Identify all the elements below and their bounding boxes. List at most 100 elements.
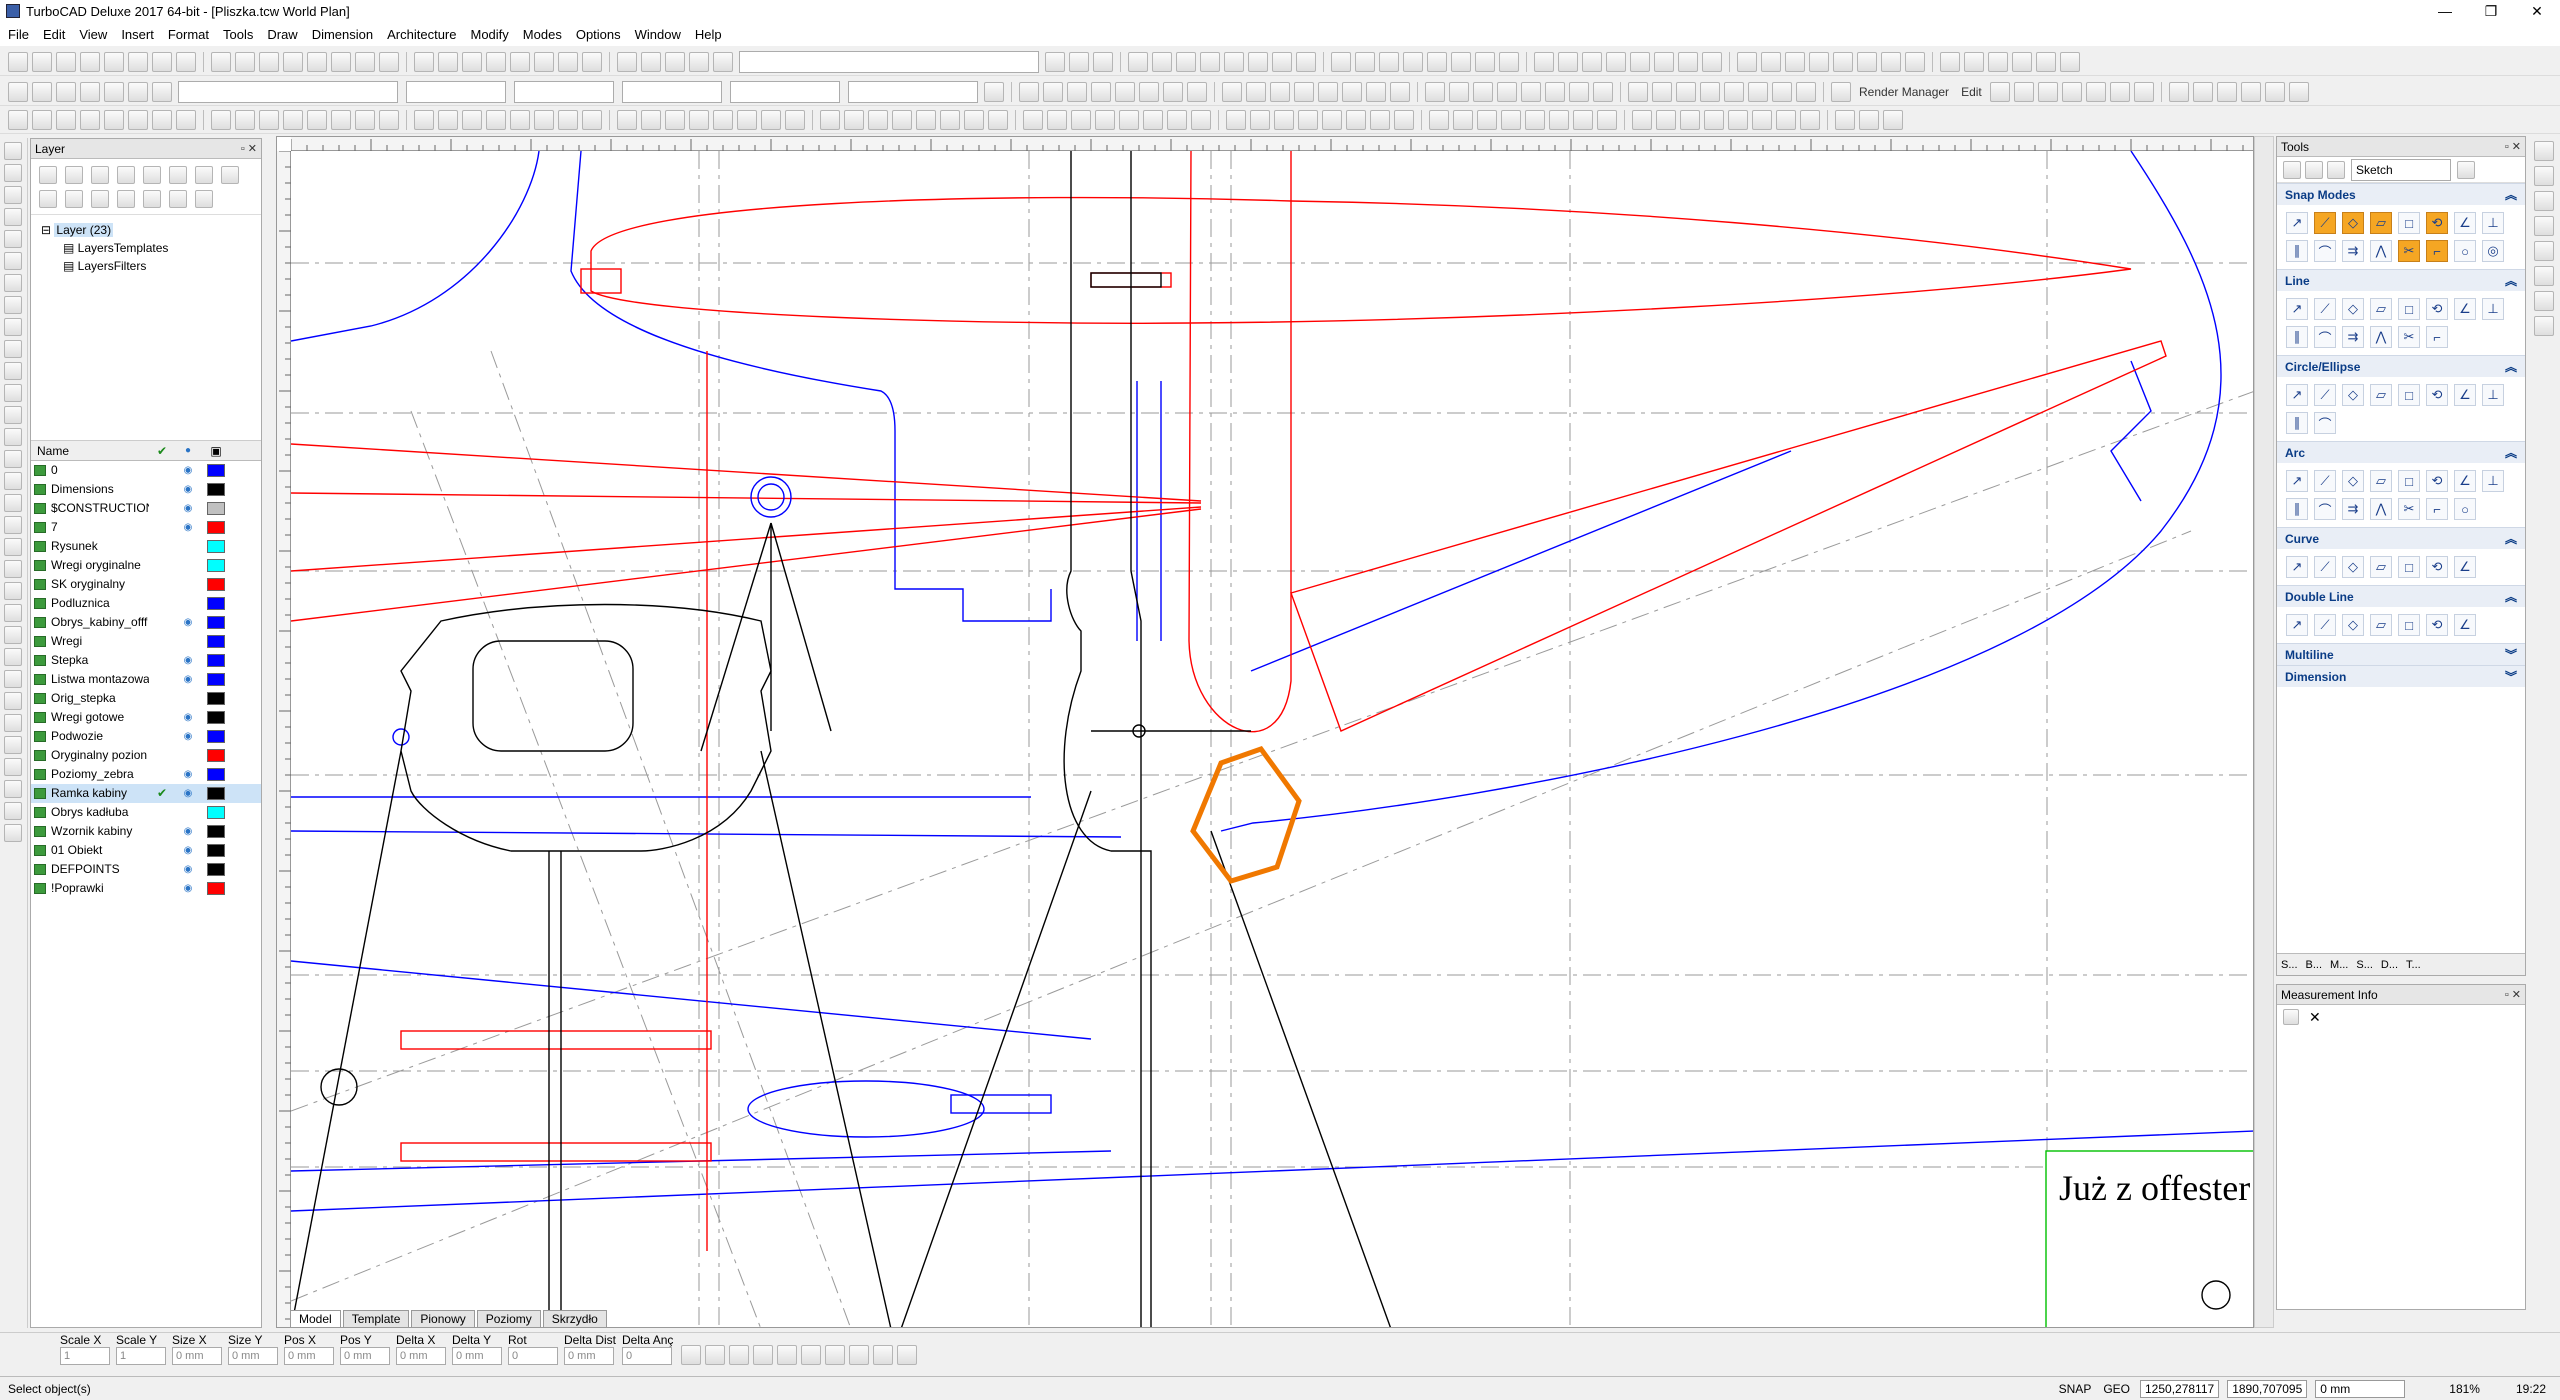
toolbar-button-icon[interactable] [462, 109, 482, 130]
toolbar-button-icon[interactable] [1573, 109, 1593, 130]
toolbar-button-icon[interactable] [1069, 51, 1089, 72]
toolbar-button-icon[interactable] [1477, 109, 1497, 130]
collapse-chevron-icon[interactable]: ︽ [2505, 444, 2517, 461]
toolbar-button-icon[interactable] [1370, 109, 1390, 130]
menu-modify[interactable]: Modify [471, 27, 509, 42]
snap-percent-icon[interactable]: ◎ [2482, 240, 2504, 262]
layer-current-check[interactable] [149, 461, 175, 480]
layer-filter-icon[interactable] [143, 166, 161, 184]
toolbar-button-icon[interactable] [713, 51, 733, 72]
layer-hide-icon[interactable] [143, 190, 161, 208]
layer-row[interactable]: Rysunek [31, 537, 261, 556]
toolbar-button-icon[interactable] [1272, 51, 1292, 72]
layer-visibility-eye-icon[interactable]: ◉ [175, 860, 201, 879]
modify-tool-icon[interactable] [2534, 141, 2554, 161]
property-select[interactable] [406, 80, 506, 103]
toolbar-button-icon[interactable] [1342, 81, 1362, 102]
toolbar-button-icon[interactable] [1632, 109, 1652, 130]
toolbar-button-icon[interactable] [462, 51, 482, 72]
layer-color-swatch[interactable] [201, 556, 231, 575]
modify-tool-icon[interactable] [2534, 216, 2554, 236]
field-input[interactable] [452, 1347, 502, 1365]
draw-tool-icon[interactable] [4, 824, 22, 842]
toolbar-button-icon[interactable] [235, 109, 255, 130]
toolbar-button-icon[interactable] [1831, 81, 1851, 102]
snap-grid-icon[interactable]: ∠ [2454, 212, 2476, 234]
toolbar-button-icon[interactable] [2012, 51, 2032, 72]
vertical-scrollbar[interactable] [2254, 136, 2274, 1328]
layer-current-check[interactable] [149, 746, 175, 765]
toolbar-button-icon[interactable] [1449, 81, 1469, 102]
layer-row[interactable]: Listwa montazowa ◉ [31, 670, 261, 689]
layer-visibility-eye-icon[interactable]: ◉ [175, 613, 201, 632]
line-tangent-icon[interactable]: ⌒ [2314, 326, 2336, 348]
snap-relative-icon[interactable]: ⇉ [2342, 240, 2364, 262]
toolbar-button-icon[interactable] [964, 109, 984, 130]
snap-toggle[interactable]: SNAP [2059, 1382, 2092, 1396]
draw-tool-icon[interactable] [4, 516, 22, 534]
draw-tool-icon[interactable] [4, 648, 22, 666]
layer-row[interactable]: Podluznica [31, 594, 261, 613]
toolbar-button-icon[interactable] [331, 109, 351, 130]
toolbar-button-icon[interactable] [1776, 109, 1796, 130]
toolbar-button-icon[interactable] [1167, 109, 1187, 130]
toolbar-button-icon[interactable] [1226, 109, 1246, 130]
toolbar-button-icon[interactable] [355, 109, 375, 130]
toolbar-button-icon[interactable] [1322, 109, 1342, 130]
layer-color-swatch[interactable] [201, 727, 231, 746]
layer-visibility-eye-icon[interactable]: ◉ [175, 480, 201, 499]
draw-tool-icon[interactable] [4, 758, 22, 776]
menu-draw[interactable]: Draw [267, 27, 297, 42]
layer-current-check[interactable] [149, 613, 175, 632]
tools-bottom-tab[interactable]: M... [2326, 954, 2352, 975]
line-polygon-icon[interactable]: ◇ [2342, 298, 2364, 320]
toolbar-button-icon[interactable] [1501, 109, 1521, 130]
modify-tool-icon[interactable] [2534, 191, 2554, 211]
arc-double-icon[interactable]: ▱ [2370, 470, 2392, 492]
toolbar-button-icon[interactable] [32, 51, 52, 72]
draw-tool-icon[interactable] [4, 164, 22, 182]
layer-row[interactable]: Obrys kadłuba [31, 803, 261, 822]
curve-spline-icon[interactable]: ↗ [2286, 556, 2308, 578]
toolbar-button-icon[interactable] [1785, 51, 1805, 72]
toolbar-button-icon[interactable] [1270, 81, 1290, 102]
toolbar-button-icon[interactable] [1427, 51, 1447, 72]
toolbar-button-icon[interactable] [2085, 81, 2106, 102]
layer-color-swatch[interactable] [201, 480, 231, 499]
layer-color-swatch[interactable] [201, 651, 231, 670]
snap-nearest-icon[interactable]: ◇ [2342, 212, 2364, 234]
curve-spiral-icon[interactable]: □ [2398, 556, 2420, 578]
collapse-chevron-icon[interactable]: ︽ [2505, 186, 2517, 203]
layer-color-swatch[interactable] [201, 670, 231, 689]
toolbar-button-icon[interactable] [617, 51, 637, 72]
toolbar-button-icon[interactable] [1095, 109, 1115, 130]
layer-color-swatch[interactable] [201, 689, 231, 708]
draw-tool-icon[interactable] [4, 494, 22, 512]
tool-section-header[interactable]: Dimension ︾ [2277, 665, 2525, 687]
toolbar-button-icon[interactable] [104, 81, 124, 102]
brush-icon[interactable] [2305, 160, 2323, 179]
field-input[interactable] [564, 1347, 614, 1365]
layer-color-swatch[interactable] [201, 632, 231, 651]
toolbar-button-icon[interactable] [32, 109, 52, 130]
snap-align-icon[interactable]: ⋀ [2370, 240, 2392, 262]
toolbar-button-icon[interactable] [1582, 51, 1602, 72]
layer-visibility-eye-icon[interactable] [175, 689, 201, 708]
toolbar-button-icon[interactable] [379, 51, 399, 72]
toolbar-button-icon[interactable] [1274, 109, 1294, 130]
layer-color-swatch[interactable] [201, 822, 231, 841]
toolbar-button-icon[interactable] [1346, 109, 1366, 130]
modify-tool-icon[interactable] [2534, 241, 2554, 261]
layer-row[interactable]: Obrys_kabiny_offf ◉ [31, 613, 261, 632]
line-rotated-icon[interactable]: ⟲ [2426, 298, 2448, 320]
toolbar-button-icon[interactable] [2288, 81, 2309, 102]
draw-tool-icon[interactable] [4, 714, 22, 732]
toolbar-button-icon[interactable] [1796, 81, 1816, 102]
toolbar-button-icon[interactable] [1680, 109, 1700, 130]
draw-tool-icon[interactable] [4, 450, 22, 468]
toolbar-button-icon[interactable] [689, 51, 709, 72]
toolbar-button-icon[interactable] [1752, 109, 1772, 130]
new-layer-set-icon[interactable] [65, 166, 83, 184]
toolbar-button-icon[interactable] [820, 109, 840, 130]
line-chamfer-icon[interactable]: ⌐ [2426, 326, 2448, 348]
